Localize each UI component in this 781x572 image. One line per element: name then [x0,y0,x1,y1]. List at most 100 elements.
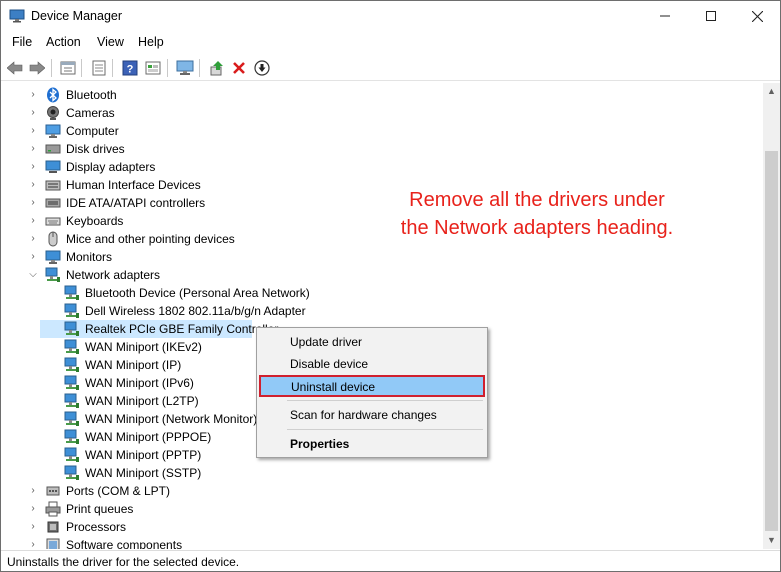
tree-item-label: Bluetooth Device (Personal Area Network) [85,286,310,300]
network-icon [64,393,80,409]
status-text: Uninstalls the driver for the selected d… [7,555,240,569]
menu-help[interactable]: Help [138,35,164,49]
processor-icon [45,519,61,535]
tree-item-label: Mice and other pointing devices [66,232,235,246]
network-icon [64,447,80,463]
tree-item-label: Software components [66,538,183,549]
tree-category[interactable]: › Bluetooth [1,86,763,104]
menu-action[interactable]: Action [46,35,81,49]
expand-arrow-icon[interactable]: › [27,161,39,173]
tree-category[interactable]: › Disk drives [1,140,763,158]
device-manager-icon [9,9,25,23]
printer-icon [45,501,61,517]
camera-icon [45,105,61,121]
expand-arrow-icon[interactable]: › [27,125,39,137]
toolbar-separator [81,59,82,77]
menu-item-scan-hardware[interactable]: Scan for hardware changes [259,404,485,426]
tree-item-label: Computer [66,124,119,138]
expand-arrow-icon[interactable]: › [27,143,39,155]
expand-arrow-icon[interactable]: › [27,503,39,515]
tree-item-label: Dell Wireless 1802 802.11a/b/g/n Adapter [85,304,306,318]
menu-view[interactable]: View [97,35,124,49]
tree-category[interactable]: › Computer [1,122,763,140]
device-tree: › Bluetooth › Cameras › Computer › Disk drives ›… [1,83,763,549]
expand-arrow-icon[interactable]: › [27,521,39,533]
hid-icon [45,177,61,193]
tree-category[interactable]: › Software components [1,536,763,549]
expand-arrow-icon[interactable]: › [27,197,39,209]
tree-category[interactable]: › Display adapters [1,158,763,176]
scroll-thumb[interactable] [765,151,778,531]
network-adapter-item[interactable]: Bluetooth Device (Personal Area Network) [1,284,763,302]
menu-file[interactable]: File [12,35,32,49]
network-icon [64,285,80,301]
tree-item-label: Cameras [66,106,115,120]
properties-button[interactable] [58,58,78,78]
scroll-up-button[interactable]: ▲ [763,83,780,100]
port-icon [45,483,61,499]
expand-arrow-icon[interactable]: › [27,179,39,191]
keyboard-icon [45,213,61,229]
menu-item-disable-device[interactable]: Disable device [259,353,485,375]
uninstall-device-button[interactable] [229,58,249,78]
maximize-button[interactable] [688,1,734,31]
network-icon [64,411,80,427]
tree-item-label: Human Interface Devices [66,178,201,192]
show-hidden-button[interactable] [143,58,163,78]
tree-category-network-adapters[interactable]: ⌵ Network adapters [1,266,763,284]
menu-item-properties[interactable]: Properties [259,433,485,455]
tree-item-label: WAN Miniport (PPTP) [85,448,202,462]
minimize-button[interactable] [642,1,688,31]
toolbar: ? [1,55,780,81]
tree-category[interactable]: › Processors [1,518,763,536]
tree-item-label: WAN Miniport (IPv6) [85,376,194,390]
expand-arrow-icon[interactable]: › [27,251,39,263]
expand-arrow-icon[interactable]: › [27,539,39,549]
menu-separator [287,400,483,401]
enable-device-icon [210,61,223,76]
menu-item-uninstall-device[interactable]: Uninstall device [259,375,485,397]
back-button[interactable] [5,58,25,78]
network-adapter-item[interactable]: WAN Miniport (SSTP) [1,464,763,482]
expand-arrow-icon[interactable]: › [27,215,39,227]
toolbar-separator [199,59,200,77]
properties-icon [60,61,76,75]
scan-hardware-button[interactable] [175,58,195,78]
expand-arrow-icon[interactable]: › [27,89,39,101]
computer-icon [176,60,194,75]
tree-item-label: Processors [66,520,127,534]
collapse-arrow-icon[interactable]: ⌵ [27,269,39,281]
disk-icon [45,141,61,157]
toolbar-separator [51,59,52,77]
help-button[interactable]: ? [120,58,140,78]
tree-item-label: Network adapters [66,268,161,282]
toolbar-separator [167,59,168,77]
tree-category[interactable]: › Ports (COM & LPT) [1,482,763,500]
tree-category[interactable]: › Monitors [1,248,763,266]
help-icon: ? [122,60,138,76]
vertical-scrollbar[interactable]: ▲ ▼ [763,83,780,549]
tree-item-label: Realtek PCIe GBE Family Controller [85,322,279,336]
tree-category[interactable]: › Print queues [1,500,763,518]
tree-category[interactable]: › Cameras [1,104,763,122]
toolbar-separator [112,59,113,77]
network-icon [64,357,80,373]
network-adapter-item[interactable]: Dell Wireless 1802 802.11a/b/g/n Adapter [1,302,763,320]
scroll-down-button[interactable]: ▼ [763,532,780,549]
menu-item-update-driver[interactable]: Update driver [259,331,485,353]
bluetooth-icon [45,87,61,103]
uninstall-icon [233,62,245,74]
network-icon [64,339,80,355]
update-driver-button[interactable] [89,58,109,78]
forward-button[interactable] [27,58,47,78]
close-button[interactable] [734,1,780,31]
tree-item-label: Bluetooth [66,88,117,102]
annotation-line-1: Remove all the drivers under [409,189,665,211]
expand-arrow-icon[interactable]: › [27,233,39,245]
expand-arrow-icon[interactable]: › [27,107,39,119]
expand-arrow-icon[interactable]: › [27,485,39,497]
minimize-icon [660,15,670,17]
enable-device-button[interactable] [207,58,227,78]
disable-device-button[interactable] [252,58,272,78]
forward-icon [29,61,45,75]
